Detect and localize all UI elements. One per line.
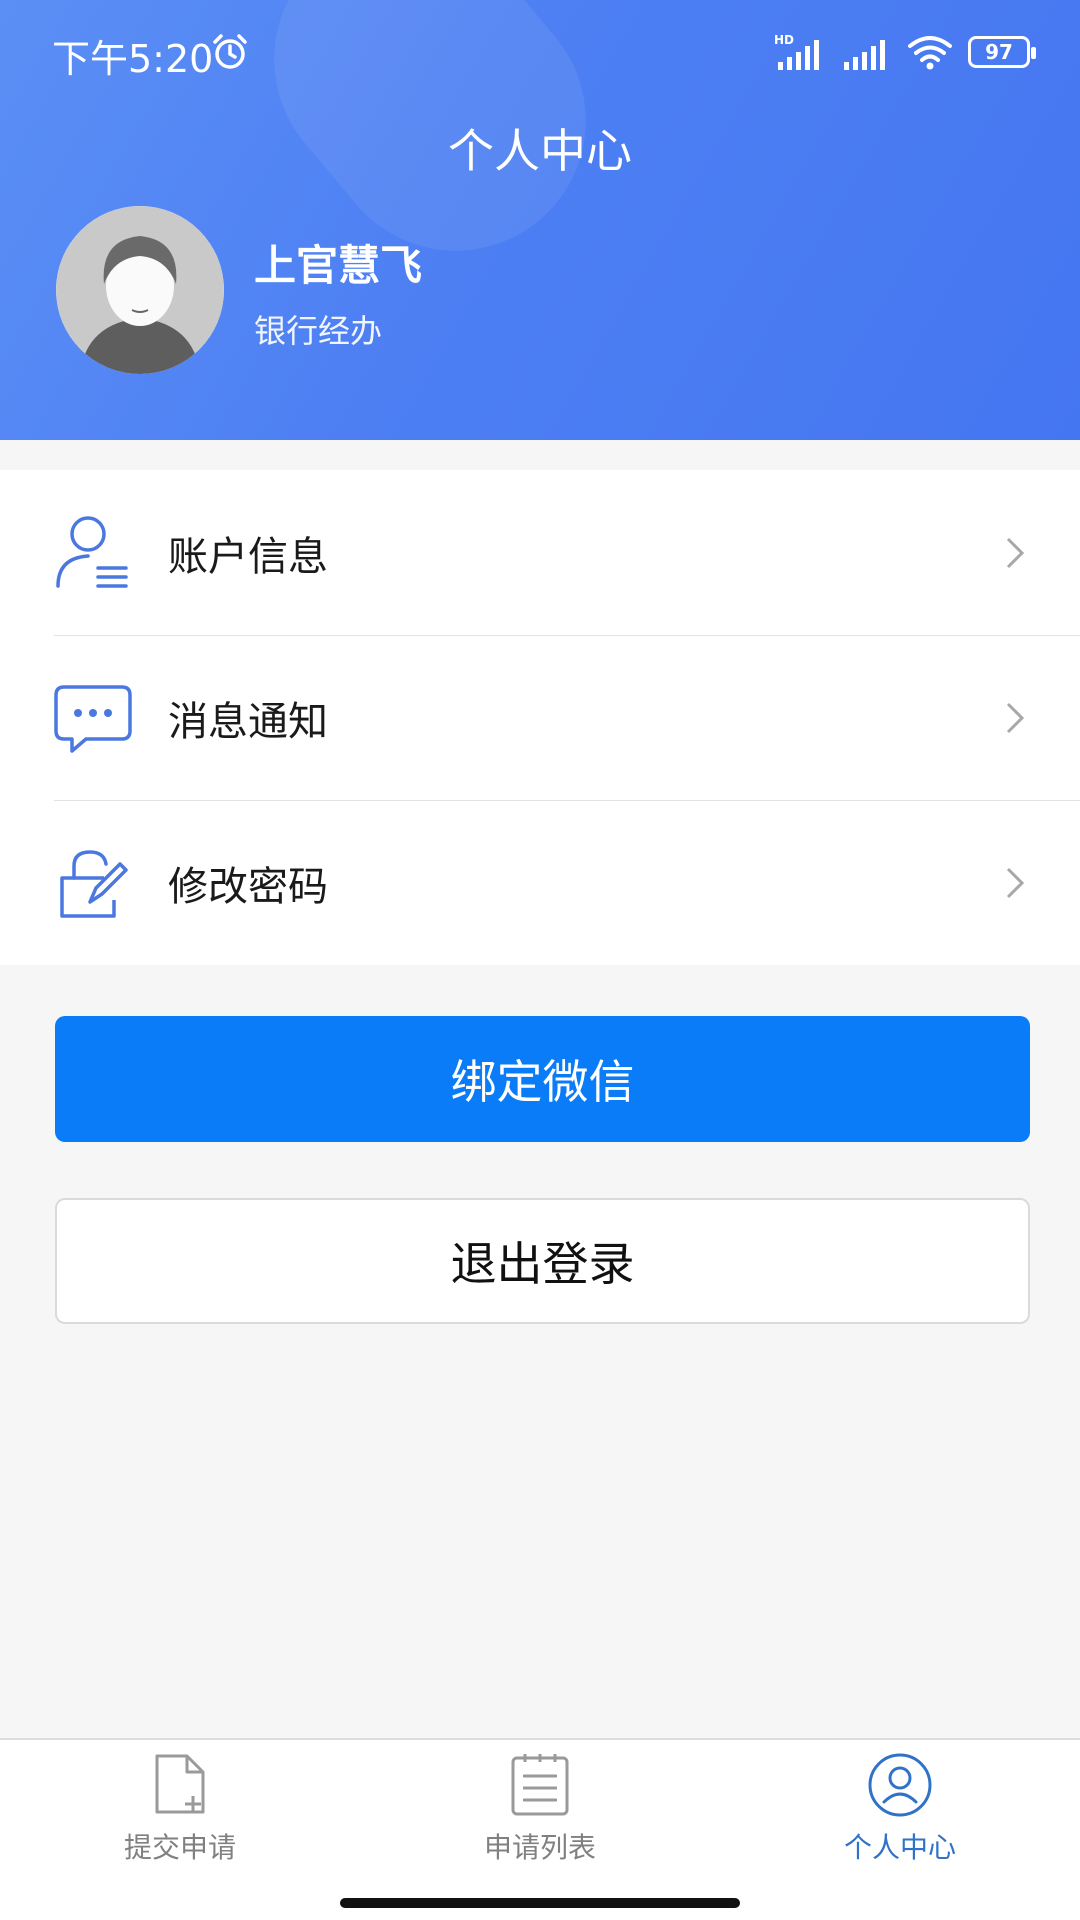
chevron-right-icon xyxy=(1006,867,1025,898)
list-icon xyxy=(511,1754,569,1816)
tab-label: 提交申请 xyxy=(123,1831,236,1864)
user-circle-icon xyxy=(868,1753,932,1817)
page-title: 个人中心 xyxy=(448,124,632,178)
avatar xyxy=(56,206,224,374)
menu-item-account-info[interactable]: 账户信息 xyxy=(0,470,1080,635)
logout-button[interactable]: 退出登录 xyxy=(55,1198,1030,1324)
lock-edit-icon xyxy=(60,849,128,918)
wifi-icon xyxy=(908,36,952,70)
document-add-icon xyxy=(155,1754,205,1814)
battery-level: 97 xyxy=(985,40,1013,64)
tab-application-list[interactable]: 申请列表 xyxy=(440,1752,640,1882)
message-icon xyxy=(54,684,132,753)
menu-item-change-password[interactable]: 修改密码 xyxy=(0,800,1080,965)
bottom-tab-bar: 提交申请 申请列表 个人中心 xyxy=(0,1738,1080,1920)
user-name: 上官慧飞 xyxy=(254,241,423,290)
avatar-default-icon xyxy=(56,206,224,374)
menu-label: 消息通知 xyxy=(168,698,328,745)
bind-wechat-button[interactable]: 绑定微信 xyxy=(55,1016,1030,1142)
chevron-right-icon xyxy=(1006,702,1025,733)
status-time: 下午5:20 xyxy=(52,37,214,81)
alarm-icon xyxy=(213,34,247,69)
signal-icon: HD xyxy=(774,33,819,70)
settings-menu: 账户信息 消息通知 修改密码 xyxy=(0,470,1080,965)
tab-submit-application[interactable]: 提交申请 xyxy=(80,1752,280,1882)
tab-personal-center[interactable]: 个人中心 xyxy=(800,1752,1000,1882)
user-role: 银行经办 xyxy=(254,312,383,350)
status-icons: HD 97 xyxy=(774,30,1036,74)
battery-icon: 97 xyxy=(968,36,1036,68)
network-label: HD xyxy=(774,33,794,47)
tab-label: 申请列表 xyxy=(483,1831,596,1864)
menu-label: 账户信息 xyxy=(168,533,328,580)
chevron-right-icon xyxy=(1006,537,1025,568)
profile-header: 下午5:20 HD 97 个人中心 上官慧飞 银行经办 xyxy=(0,0,1080,440)
tab-label: 个人中心 xyxy=(843,1831,956,1864)
status-bar: 下午5:20 HD 97 xyxy=(0,0,1080,100)
home-indicator[interactable] xyxy=(340,1898,740,1908)
signal-icon xyxy=(844,40,885,70)
menu-label: 修改密码 xyxy=(168,863,328,910)
menu-item-message-notify[interactable]: 消息通知 xyxy=(0,635,1080,800)
account-info-icon xyxy=(56,515,128,588)
